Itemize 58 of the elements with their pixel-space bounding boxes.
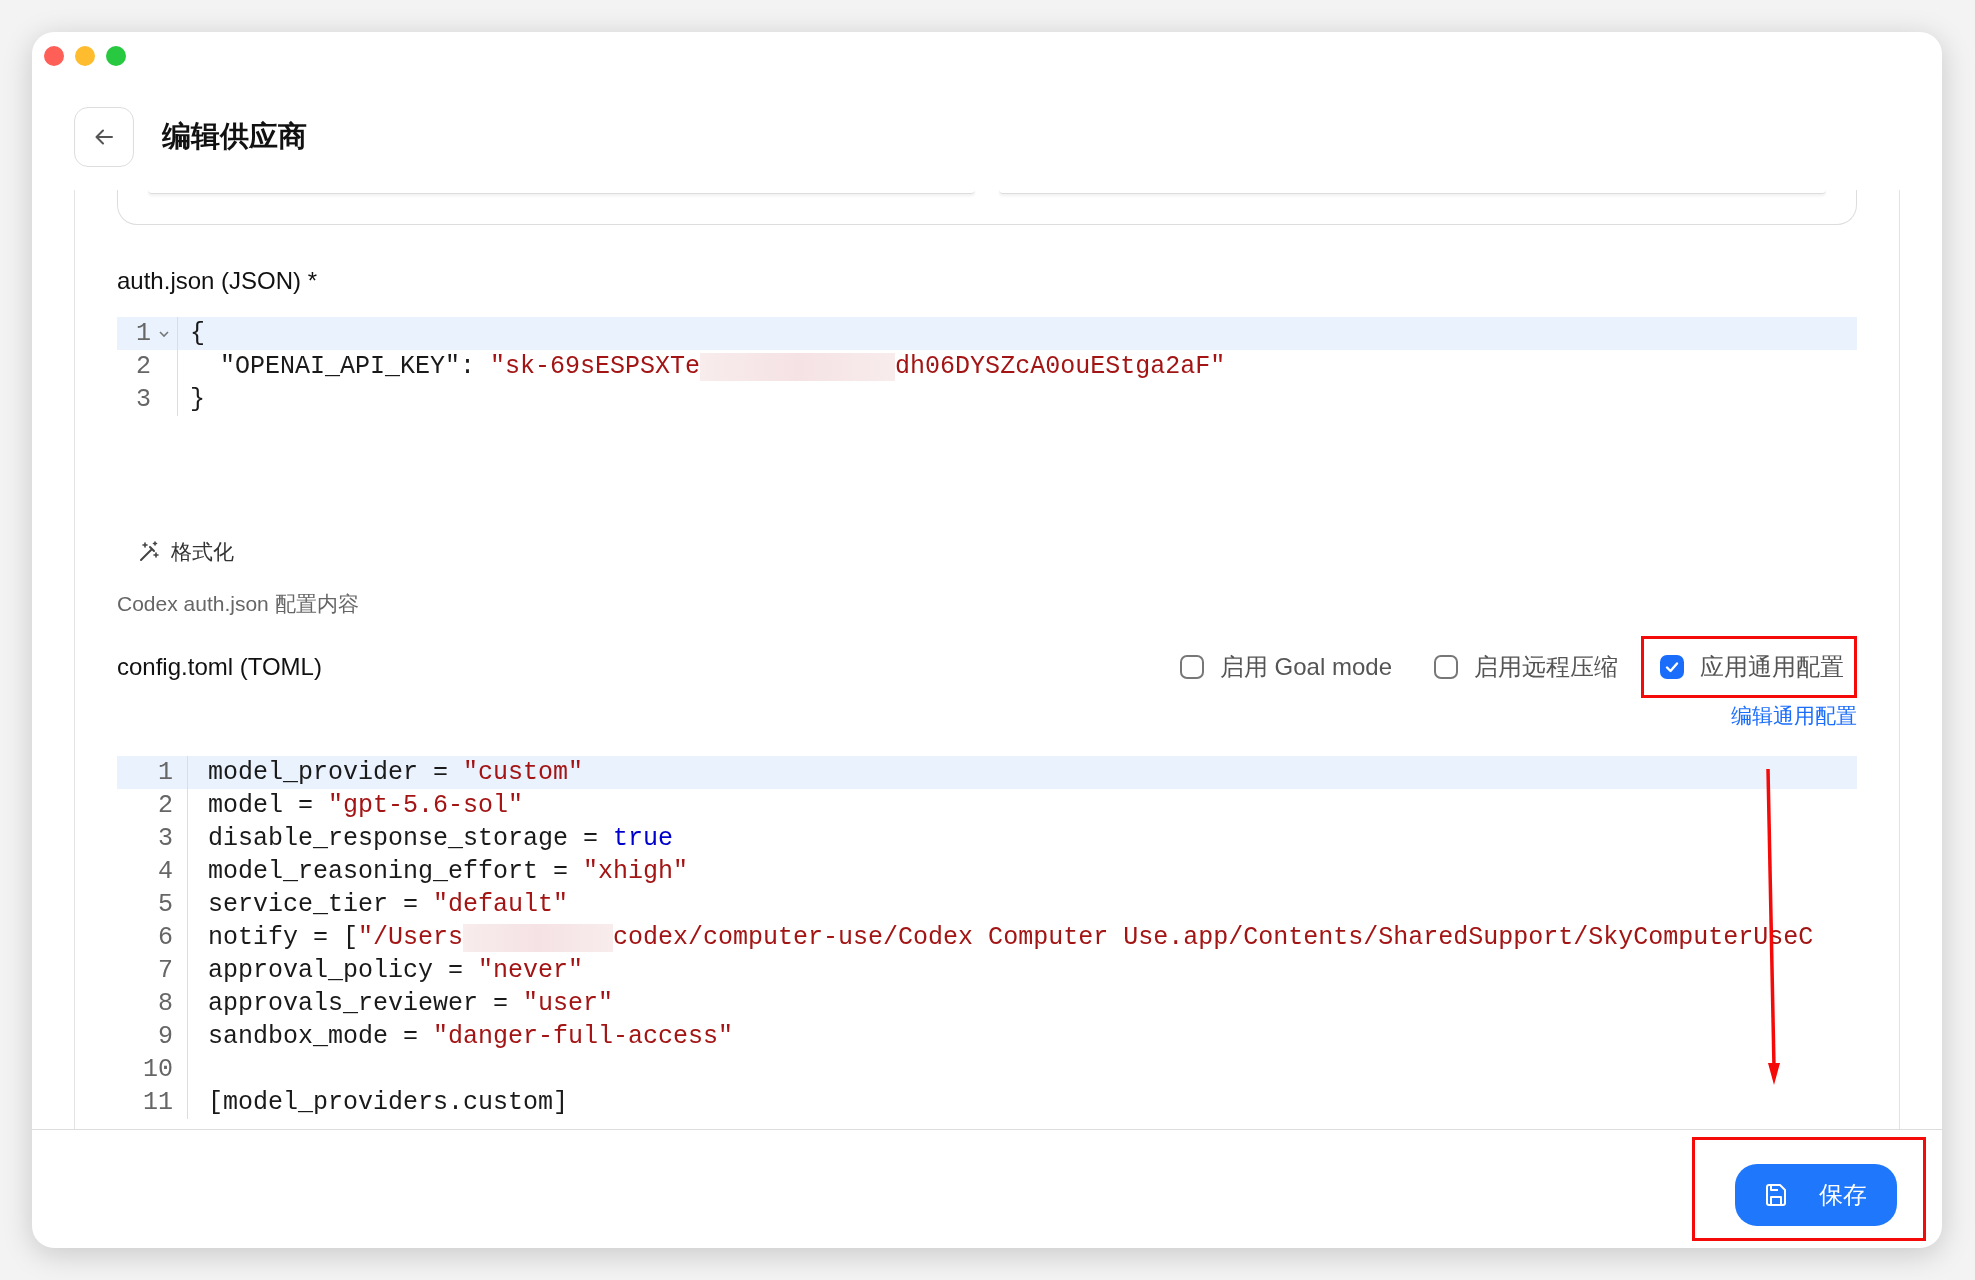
close-button[interactable] (44, 46, 64, 66)
line-number: 5 (158, 890, 173, 919)
checkbox[interactable] (1434, 655, 1458, 679)
checkbox-label: 启用 Goal mode (1219, 652, 1392, 682)
checkbox-label: 应用通用配置 (1700, 652, 1844, 682)
line-number: 3 (158, 824, 173, 853)
code-text: "gpt-5.6-sol" (328, 791, 524, 820)
line-number: 11 (143, 1088, 173, 1117)
line-number: 2 (158, 791, 173, 820)
code-text: "danger-full-access" (433, 1022, 734, 1051)
line-number: 1 (158, 758, 173, 787)
zoom-button[interactable] (106, 46, 126, 66)
code-text: "never" (478, 956, 584, 985)
code-text: disable_response_storage = (208, 824, 600, 853)
code-text: "xhigh" (583, 857, 689, 886)
line-number: 10 (143, 1055, 173, 1084)
code-text: model_provider = (208, 758, 450, 787)
code-text: model = (208, 791, 315, 820)
code-text: "OPENAI_API_KEY": (219, 352, 477, 381)
line-number: 6 (158, 923, 173, 952)
code-text: true (613, 824, 674, 853)
code-text: "custom" (463, 758, 584, 787)
code-text: model_reasoning_effort = (208, 857, 570, 886)
format-button[interactable]: 格式化 (137, 532, 234, 572)
checkmark-icon (1664, 659, 1680, 675)
code-text: "/Users (358, 923, 464, 952)
back-button[interactable] (74, 107, 134, 167)
line-number: 3 (136, 385, 151, 414)
code-text: approvals_reviewer = (208, 989, 510, 1018)
checkbox[interactable] (1660, 655, 1684, 679)
code-text: "default" (433, 890, 569, 919)
code-text: "sk-69sESPSXTe (490, 352, 701, 381)
code-text: [model_providers.custom] (208, 1088, 569, 1117)
save-button[interactable]: 保存 (1735, 1164, 1897, 1226)
field-label: config.toml (TOML) (117, 653, 322, 681)
code-text: } (190, 385, 205, 414)
checkbox[interactable] (1179, 655, 1204, 679)
code-text: "user" (523, 989, 614, 1018)
code-text: notify = [ (208, 923, 359, 952)
help-text: Codex auth.json 配置内容 (117, 591, 360, 617)
code-text: dh06DYSZcA0ouEStga2aF" (895, 352, 1226, 381)
field-label: auth.json (JSON) * (117, 267, 319, 295)
checkbox-label: 启用远程压缩 (1474, 652, 1618, 682)
save-icon (1763, 1182, 1789, 1208)
edit-common-config-link[interactable]: 编辑通用配置 (1731, 702, 1857, 730)
line-number: 1 (136, 319, 151, 348)
code-text: service_tier = (208, 890, 420, 919)
code-text: { (190, 319, 205, 348)
line-number: 8 (158, 989, 173, 1018)
code-text: approval_policy = (208, 956, 465, 985)
line-number: 9 (158, 1022, 173, 1051)
code-text: sandbox_mode = (208, 1022, 420, 1051)
line-number: 4 (158, 857, 173, 886)
minimize-button[interactable] (75, 46, 95, 66)
line-number: 7 (158, 956, 173, 985)
line-number: 2 (136, 352, 151, 381)
magic-wand-icon (137, 540, 161, 564)
page-title: 编辑供应商 (162, 119, 307, 154)
